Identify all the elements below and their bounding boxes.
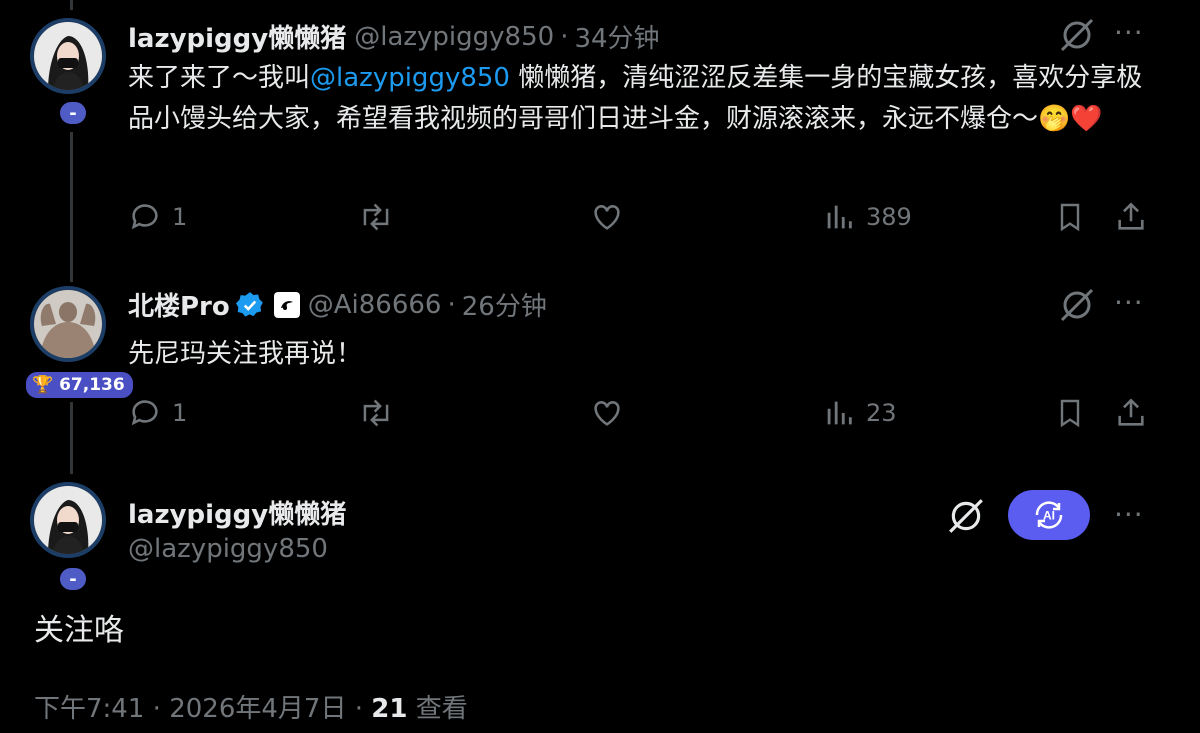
thread-line-2	[70, 402, 73, 474]
post-date[interactable]: 2026年4月7日	[169, 694, 346, 724]
more-icon[interactable]: ···	[1114, 498, 1144, 531]
bookmark-button[interactable]	[1054, 200, 1086, 234]
tweet-time[interactable]: 34分钟	[574, 18, 659, 55]
heart-icon	[594, 401, 620, 426]
tweet-header: 北楼Pro @Ai86666 · 26分钟	[128, 286, 547, 323]
retweet-icon	[363, 203, 389, 231]
share-icon	[1118, 202, 1144, 230]
reply-button[interactable]: 1	[128, 396, 187, 430]
more-icon[interactable]: ···	[1114, 16, 1144, 49]
separator-dot: ·	[354, 694, 363, 724]
more-icon[interactable]: ···	[1114, 286, 1144, 319]
reply-icon	[131, 400, 158, 426]
ai-translate-button[interactable]: AI	[1008, 490, 1090, 540]
separator-dot: ·	[152, 694, 161, 724]
retweet-button[interactable]	[358, 200, 394, 234]
verified-icon	[235, 291, 264, 319]
ai-icon: AI	[1035, 501, 1063, 529]
tweet-text: 先尼玛关注我再说！	[128, 339, 363, 369]
avatar[interactable]	[30, 18, 106, 94]
views-button[interactable]: 23	[822, 396, 897, 430]
trophy-badge: 🏆 67,136	[24, 370, 135, 400]
author-handle[interactable]: @lazypiggy850	[354, 22, 554, 52]
avatar-wrap[interactable]: -	[30, 18, 106, 126]
author-name[interactable]: lazypiggy懒懒猪	[128, 18, 346, 55]
thread-line-1	[70, 132, 73, 282]
grok-icon[interactable]	[946, 496, 986, 540]
thread-line-top	[70, 0, 73, 10]
tweet-meta-footer: 下午7:41 · 2026年4月7日 · 21 查看	[34, 688, 468, 725]
separator-dot: ·	[560, 21, 569, 52]
action-bar: 1 23	[128, 396, 1178, 436]
share-icon	[1118, 398, 1144, 426]
reply-button[interactable]: 1	[128, 200, 187, 234]
avatar[interactable]	[30, 286, 106, 362]
tweet-text: 来了来了～我叫@lazypiggy850 懒懒猪，清纯涩涩反差集一身的宝藏女孩，…	[128, 58, 1148, 140]
retweet-button[interactable]	[358, 396, 394, 430]
tweet-header: lazypiggy懒懒猪	[128, 494, 346, 531]
author-name[interactable]: 北楼Pro	[128, 286, 230, 323]
bookmark-icon	[1060, 399, 1080, 428]
tweet-handle-row: @lazypiggy850	[120, 534, 328, 564]
ai-label: AI	[1043, 509, 1055, 523]
tweet-time[interactable]: 26分钟	[462, 286, 547, 323]
like-button[interactable]	[590, 396, 624, 430]
views-count: 389	[866, 203, 912, 231]
author-name[interactable]: lazypiggy懒懒猪	[128, 494, 346, 531]
avatar-wrap[interactable]: -	[30, 482, 106, 592]
text-before: 来了来了～我叫	[128, 63, 311, 93]
author-handle[interactable]: @Ai86666	[308, 290, 442, 320]
views-count: 21	[371, 694, 408, 724]
grok-icon[interactable]	[1058, 16, 1096, 58]
bookmark-icon	[1060, 203, 1080, 232]
separator-dot: ·	[447, 289, 456, 320]
bookmark-button[interactable]	[1054, 396, 1086, 430]
tweet-text: 关注咯	[34, 613, 124, 648]
reply-icon	[131, 204, 158, 230]
user-badge: -	[58, 100, 88, 126]
action-bar: 1 389	[128, 200, 1178, 240]
views-icon	[827, 205, 852, 229]
views-count: 23	[866, 399, 897, 427]
views-icon	[827, 401, 852, 425]
avatar[interactable]	[30, 482, 106, 558]
emoji: 🤭❤️	[1038, 104, 1103, 134]
grok-icon[interactable]	[1058, 286, 1096, 328]
tweet-header: lazypiggy懒懒猪 @lazypiggy850 · 34分钟	[128, 18, 660, 55]
views-button[interactable]: 389	[822, 200, 912, 234]
reply-count: 1	[172, 203, 188, 231]
user-badge: -	[58, 566, 88, 592]
heart-icon	[594, 205, 620, 230]
mention-link[interactable]: @lazypiggy850	[310, 63, 510, 93]
share-button[interactable]	[1114, 396, 1148, 430]
share-button[interactable]	[1114, 200, 1148, 234]
like-button[interactable]	[590, 200, 624, 234]
views-label: 查看	[415, 694, 468, 724]
retweet-icon	[363, 399, 389, 427]
avatar-wrap[interactable]: 🏆 67,136	[24, 286, 135, 400]
reply-count: 1	[172, 399, 188, 427]
post-time[interactable]: 下午7:41	[34, 694, 144, 724]
author-handle[interactable]: @lazypiggy850	[128, 534, 328, 564]
org-badge-icon[interactable]	[273, 291, 300, 318]
